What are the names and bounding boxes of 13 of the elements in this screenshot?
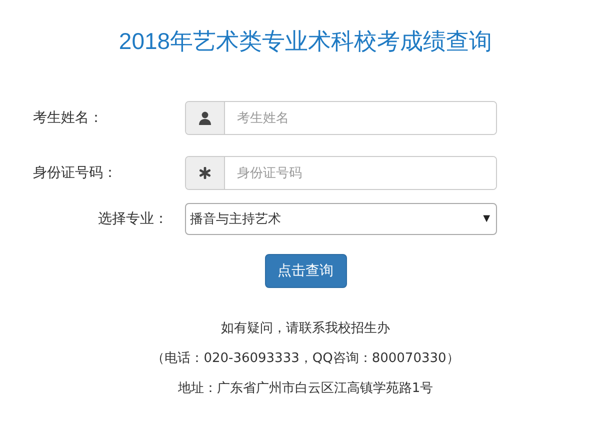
contact-text: 地址：广东省广州市白云区江高镇学苑路1号 [178, 380, 434, 398]
field-label: 考生姓名： [33, 109, 103, 127]
query-button[interactable]: 点击查询 [264, 254, 346, 288]
input-field[interactable]: 身份证号码 [185, 156, 497, 190]
field-label: 身份证号码： [33, 164, 117, 182]
person-icon [198, 111, 212, 125]
contact-text: 如有疑问，请联系我校招生办 [220, 320, 390, 338]
field-label: 选择专业： [98, 210, 168, 228]
input-field[interactable]: 考生姓名 [185, 101, 497, 135]
select-dropdown[interactable]: 播音与主持艺术 ▼ [185, 203, 497, 235]
page-title: 2018年艺术类专业术科校考成绩查询 [118, 27, 492, 56]
contact-text: （电话：020-36093333，QQ咨询：800070330） [152, 350, 460, 368]
asterisk-icon [199, 167, 211, 179]
